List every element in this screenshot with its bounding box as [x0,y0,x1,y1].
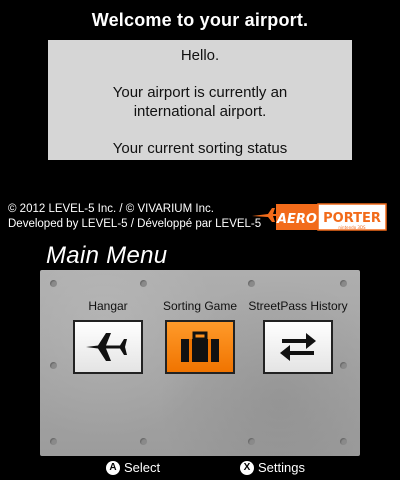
panel-dot [140,280,147,287]
copyright-text: © 2012 LEVEL-5 Inc. / © VIVARIUM Inc. De… [8,202,261,232]
top-screen: Welcome to your airport. Hello. Your air… [0,0,400,240]
menu-item-sorting-game[interactable]: Sorting Game [150,298,250,374]
menu-label-hangar: Hangar [88,299,128,313]
panel-dot [248,438,255,445]
select-label: Select [124,460,161,475]
message-sorting-status: Your current sorting status [112,140,288,157]
panel-dot [140,438,147,445]
x-button-icon: X [240,460,254,475]
copyright-line-1: © 2012 LEVEL-5 Inc. / © VIVARIUM Inc. [8,203,214,215]
sorting-game-button[interactable] [165,320,235,374]
select-hint: A Select [106,460,160,475]
aeroporter-logo-graphic: AERO PORTER nintendo 3DS [252,203,387,231]
a-button-icon: A [106,460,120,475]
bottom-screen: Main Menu Hangar Sorting Game StreetPass… [0,240,400,480]
main-menu-title: Main Menu [46,242,168,269]
settings-label: Settings [258,460,305,475]
panel-dot [340,438,347,445]
welcome-title: Welcome to your airport. [91,10,309,30]
settings-hint[interactable]: X Settings [240,460,305,475]
aeroporter-logo: AERO PORTER nintendo 3DS [250,200,390,234]
panel-dot [50,438,57,445]
exchange-arrows-icon [280,333,316,361]
panel-dot [340,280,347,287]
menu-label-streetpass-history: StreetPass History [248,299,348,313]
airplane-icon [86,333,127,361]
menu-item-streetpass-history[interactable]: StreetPass History [243,298,353,374]
svg-text:AERO: AERO [276,212,317,227]
panel-dot [50,362,57,369]
svg-text:nintendo 3DS: nintendo 3DS [338,225,366,230]
streetpass-history-button[interactable] [263,320,333,374]
menu-item-hangar[interactable]: Hangar [58,298,158,374]
panel-dot [248,280,255,287]
message-airport-status: Your airport is currently an internation… [112,84,288,120]
panel-dot [50,280,57,287]
button-hints-bar: A Select X Settings [0,460,400,480]
hangar-button[interactable] [73,320,143,374]
copyright-line-2: Developed by LEVEL-5 / Développé par LEV… [8,218,262,230]
menu-label-sorting-game: Sorting Game [162,299,238,313]
message-box: Hello. Your airport is currently an inte… [48,40,352,160]
suitcase-icon [181,331,219,362]
message-hello: Hello. [180,47,220,64]
svg-text:PORTER: PORTER [323,211,381,226]
